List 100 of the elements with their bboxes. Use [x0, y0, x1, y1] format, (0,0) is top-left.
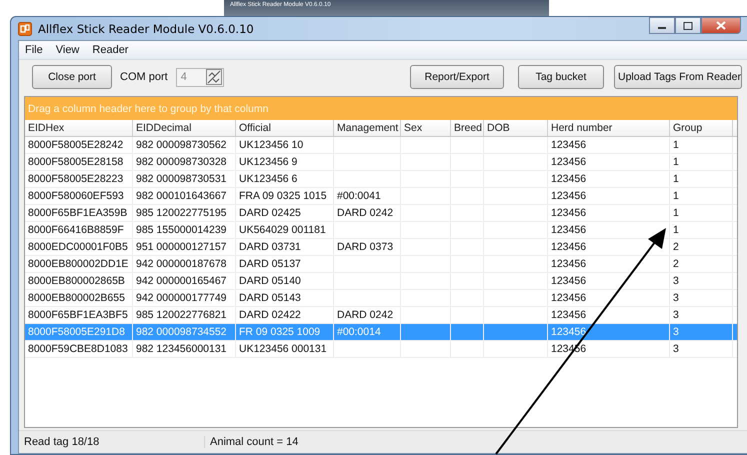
table-cell: 3	[673, 275, 679, 287]
table-cell: 982 000098734552	[136, 326, 227, 338]
table-cell: 123456	[551, 139, 586, 151]
menu-item[interactable]: View	[56, 44, 80, 56]
table-cell: 8000F58005E28223	[28, 173, 124, 185]
close-port-button[interactable]: Close port	[32, 65, 112, 89]
table-cell: 982 000098730531	[136, 173, 227, 185]
group-hint: Drag a column header here to group by that column	[28, 102, 268, 114]
table-cell: 1	[673, 173, 679, 185]
toolbar-button[interactable]: Upload Tags From Reader	[614, 65, 742, 89]
table-cell: 1	[673, 190, 679, 202]
table-cell: 8000EB800002B655	[28, 292, 125, 304]
table-cell: FR 09 0325 1009	[239, 326, 320, 338]
table-cell: 123456	[551, 309, 586, 321]
table-cell: 3	[673, 309, 679, 321]
table-row[interactable]: 8000F580060EF593 982 000101643667 FRA 09 0325 1015 #00:0041 123456 1	[25, 188, 737, 205]
column-header[interactable]: Herd number	[548, 120, 670, 136]
menu-item[interactable]: Reader	[92, 44, 128, 56]
table-cell: UK123456 10	[239, 139, 304, 151]
table-cell: 8000EDC00001F0B5	[28, 241, 128, 253]
table-row[interactable]: 8000EB800002865B 942 000000165467 DARD 05140 123456 3	[25, 273, 737, 290]
spinner-icon[interactable]	[206, 69, 222, 85]
table-row[interactable]: 8000EB800002B655 942 000000177749 DARD 05143 123456 3	[25, 290, 737, 307]
table-cell: DARD 05140	[239, 275, 301, 287]
table-cell: 951 000000127157	[136, 241, 227, 253]
table-cell: 8000F65BF1EA359B	[28, 207, 128, 219]
table-cell: #00:0014	[337, 326, 381, 338]
minimize-button[interactable]	[649, 17, 675, 34]
table-row[interactable]: 8000F58005E28242 982 000098730562 UK123456 10 123456 1	[25, 137, 737, 154]
status-text: Animal count = 14	[209, 436, 298, 448]
table-cell: DARD 02422	[239, 309, 301, 321]
menu-item[interactable]: File	[25, 44, 43, 56]
table-cell: UK123456 000131	[239, 343, 327, 355]
table-cell: 942 000000165467	[136, 275, 227, 287]
table-cell: 8000F59CBE8D1083	[28, 343, 128, 355]
close-button[interactable]	[701, 17, 741, 34]
table-cell: DARD 0373	[337, 241, 394, 253]
table-cell: 982 000101643667	[136, 190, 227, 202]
table-cell: 985 120022776821	[136, 309, 227, 321]
table-cell: 2	[673, 258, 679, 270]
table-cell: 3	[673, 343, 679, 355]
column-header[interactable]: EIDHex	[25, 120, 133, 136]
column-header[interactable]: Group	[670, 120, 733, 136]
table-cell: 8000EB800002DD1E	[28, 258, 128, 270]
table-cell: DARD 0242	[337, 207, 394, 219]
table-cell: 123456	[551, 156, 586, 168]
status-text: Read tag 18/18	[19, 436, 205, 448]
table-cell: 8000F58005E28242	[28, 139, 124, 151]
table-cell: 123456	[551, 326, 586, 338]
table-cell: DARD 05143	[239, 292, 301, 304]
table-cell: 8000EB800002865B	[28, 275, 125, 287]
column-header[interactable]: Management	[334, 120, 401, 136]
table-cell: 123456	[551, 173, 586, 185]
table-cell: FRA 09 0325 1015	[239, 190, 327, 202]
table-cell: UK123456 6	[239, 173, 298, 185]
table-cell: UK564029 001181	[239, 224, 326, 236]
table-cell: 123456	[551, 190, 586, 202]
table-cell: 123456	[551, 258, 586, 270]
table-cell: 1	[673, 224, 679, 236]
table-cell: 123456	[551, 292, 586, 304]
table-cell: 8000F58005E28158	[28, 156, 124, 168]
column-header[interactable]: EIDDecimal	[133, 120, 236, 136]
com-port-label: COM port	[120, 71, 168, 83]
table-row[interactable]: 8000F58005E28223 982 000098730531 UK123456 6 123456 1	[25, 171, 737, 188]
column-header[interactable]: Official	[236, 120, 334, 136]
table-cell: 982 000098730562	[136, 139, 227, 151]
maximize-button[interactable]	[675, 17, 701, 34]
toolbar-button[interactable]: Tag bucket	[518, 65, 604, 89]
table-row[interactable]: 8000EDC00001F0B5 951 000000127157 DARD 03731 DARD 0373 123456 2	[25, 239, 737, 256]
table-cell: DARD 03731	[239, 241, 301, 253]
table-cell: UK123456 9	[239, 156, 298, 168]
table-cell: 985 155000014239	[136, 224, 227, 236]
column-header[interactable]: Breed	[451, 120, 484, 136]
table-cell: 8000F580060EF593	[28, 190, 124, 202]
table-cell: 8000F66416B8859F	[28, 224, 124, 236]
toolbar-button[interactable]: Report/Export	[410, 65, 504, 89]
table-cell: DARD 05137	[239, 258, 301, 270]
table-cell: 982 000098730328	[136, 156, 227, 168]
table-cell: 8000F65BF1EA3BF5	[28, 309, 128, 321]
table-cell: 123456	[551, 275, 586, 287]
table-row[interactable]: 8000EB800002DD1E 942 000000187678 DARD 05137 123456 2	[25, 256, 737, 273]
table-cell: 2	[673, 241, 679, 253]
table-row[interactable]: 8000F58005E28158 982 000098730328 UK123456 9 123456 1	[25, 154, 737, 171]
table-cell: 1	[673, 139, 679, 151]
table-cell: 8000F58005E291D8	[28, 326, 125, 338]
table-cell: 942 000000187678	[136, 258, 227, 270]
table-cell: 985 120022775195	[136, 207, 227, 219]
table-cell: 123456	[551, 241, 586, 253]
table-row[interactable]: 8000F65BF1EA359B 985 120022775195 DARD 02425 DARD 0242 123456 1	[25, 205, 737, 222]
table-cell: 123456	[551, 224, 586, 236]
table-cell: 942 000000177749	[136, 292, 227, 304]
column-header[interactable]: Sex	[401, 120, 451, 136]
app-icon	[18, 22, 32, 36]
table-cell: #00:0041	[337, 190, 381, 202]
window-title: Allflex Stick Reader Module V0.6.0.10	[38, 22, 254, 36]
column-header[interactable]: DOB	[484, 120, 548, 136]
table-cell: 123456	[551, 207, 586, 219]
table-cell: 1	[673, 156, 679, 168]
table-cell: 3	[673, 292, 679, 304]
table-cell: 1	[673, 207, 679, 219]
